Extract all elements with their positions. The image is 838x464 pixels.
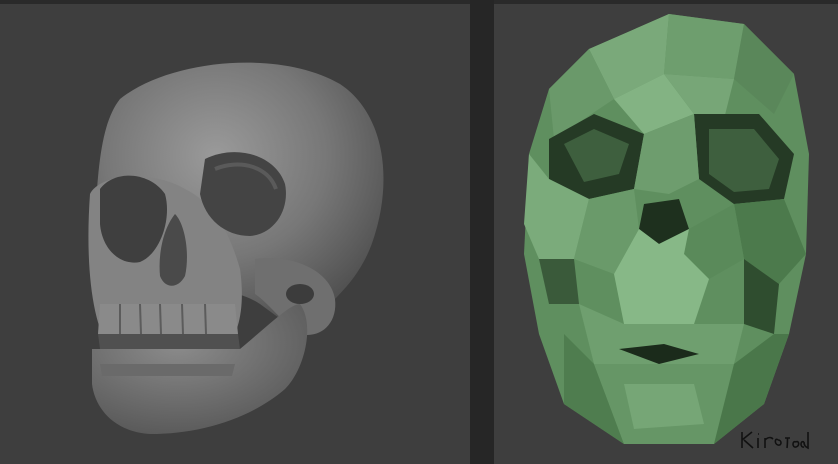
left-render-panel <box>0 4 470 464</box>
artist-signature <box>741 431 809 450</box>
gray-skull-render <box>88 62 384 434</box>
ear-hole <box>286 284 314 304</box>
right-render-panel <box>494 4 838 464</box>
panel-divider <box>470 0 494 464</box>
green-skull-render <box>524 14 809 444</box>
image-frame <box>0 0 838 464</box>
